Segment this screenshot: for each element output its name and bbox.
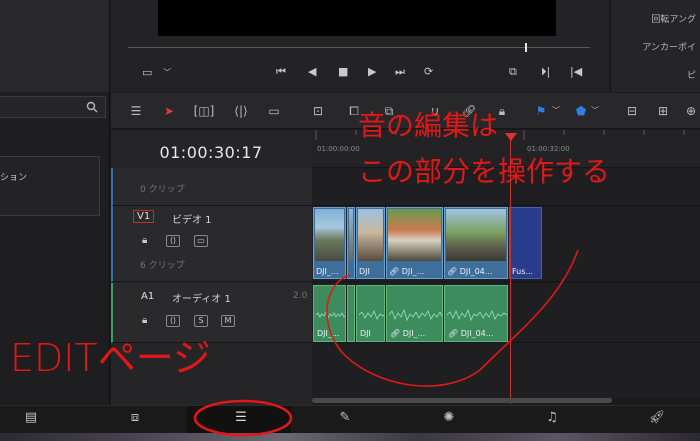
video-clip[interactable] <box>347 207 355 279</box>
bottom-background-strip <box>0 433 700 441</box>
blade-tool-icon[interactable]: ▭ <box>263 103 285 119</box>
insert-clip-icon[interactable]: ⊡ <box>306 103 330 119</box>
audio-waveform <box>447 308 507 322</box>
track-name-a1[interactable]: オーディオ 1 <box>172 290 231 305</box>
layout-icon[interactable]: ☰ <box>125 103 147 119</box>
viewer-screen[interactable] <box>158 0 556 36</box>
zoom-custom-icon[interactable]: ⊕ <box>682 103 700 119</box>
marker-icon[interactable]: ⬟ <box>574 103 588 119</box>
deliver-page-icon[interactable]: 🚀︎ <box>646 409 668 427</box>
match-frame-icon[interactable]: ⧉ <box>509 66 517 78</box>
audio-waveform <box>389 308 442 322</box>
video-clip[interactable]: 🔗︎ DJI_... <box>386 207 443 279</box>
track-name-v1[interactable]: ビデオ 1 <box>172 211 212 226</box>
audio-clip[interactable]: DJI_... <box>313 285 346 342</box>
stop-icon[interactable]: ■ <box>338 66 348 78</box>
video-clip[interactable]: DJI <box>356 207 385 279</box>
timeline-scrollbar[interactable] <box>312 398 612 403</box>
solo-button[interactable]: S <box>194 315 208 327</box>
inspector-panel: 回転アング アンカーポイ ピ <box>610 0 700 92</box>
edit-page-icon[interactable]: ☰ <box>230 409 252 427</box>
safe-area-icon[interactable]: ▭ <box>142 67 152 79</box>
dynamic-trim-icon[interactable]: ⟨|⟩ <box>228 103 254 119</box>
cut-page-icon[interactable]: ⧈ <box>124 409 146 427</box>
lock-track-icon[interactable]: 🔒︎ <box>142 235 147 247</box>
bin-list[interactable] <box>0 156 100 216</box>
loop-icon[interactable]: ⟳ <box>424 66 433 78</box>
mute-button[interactable]: M <box>221 315 235 327</box>
chevron-down-icon[interactable]: ﹀ <box>163 67 171 79</box>
bin-item-label[interactable]: ション <box>0 170 27 183</box>
viewer-scrub-bar[interactable] <box>128 47 590 48</box>
playhead-handle[interactable] <box>505 133 517 141</box>
color-page-icon[interactable]: ✺ <box>438 409 460 427</box>
audio-waveform <box>359 310 384 320</box>
track-code-v1[interactable]: V1 <box>133 210 155 223</box>
track-code-a1[interactable]: A1 <box>141 291 154 302</box>
annotation-line-2: この部分を操作する <box>358 155 611 188</box>
media-search-bar[interactable] <box>0 96 106 118</box>
fusion-clip[interactable]: Fus... <box>509 207 542 279</box>
flag-icon[interactable]: ⚑ <box>534 103 548 119</box>
left-top-panel <box>0 0 110 92</box>
audio-clip[interactable] <box>347 285 355 342</box>
rotation-label: 回転アング <box>651 15 696 25</box>
video-clip[interactable]: 🔗︎ DJI_04... <box>444 207 508 279</box>
trim-tool-icon[interactable]: [◫] <box>191 103 217 119</box>
prev-edit-icon[interactable]: |◀ <box>570 66 582 78</box>
zoom-full-icon[interactable]: ⊟ <box>620 103 644 119</box>
play-icon[interactable]: ▶ <box>368 66 376 78</box>
annotation-page-label: EDITページ <box>10 336 211 380</box>
first-frame-icon[interactable]: ⏮ <box>276 66 286 78</box>
ruler-mark-label: 01:00:32:00 <box>527 145 570 153</box>
last-frame-icon[interactable]: ⏭ <box>395 66 405 78</box>
audio-clip[interactable]: DJI <box>356 285 385 342</box>
track-enable-icon[interactable]: ▭ <box>194 235 208 247</box>
video-clip[interactable]: DJI_... <box>313 207 346 279</box>
ruler-start-label: 01:00:00:00 <box>317 145 360 153</box>
anchor-point-label: アンカーポイ <box>642 43 696 53</box>
zoom-detail-icon[interactable]: ⊞ <box>652 103 674 119</box>
v1-clip-count: 6 クリップ <box>140 261 185 271</box>
fusion-page-icon[interactable]: ✎ <box>334 409 356 427</box>
track-lane-empty[interactable] <box>312 343 700 398</box>
selection-tool-icon[interactable]: ➤ <box>161 103 177 119</box>
step-back-icon[interactable]: ◀ <box>308 66 316 78</box>
auto-select-icon[interactable]: ⟨⟩ <box>166 235 180 247</box>
timeline-timecode[interactable]: 01:00:30:17 <box>112 143 310 162</box>
flag-chevron-down-icon[interactable]: ﹀ <box>551 103 561 119</box>
audio-waveform <box>316 310 345 320</box>
audio-clip[interactable]: 🔗︎ DJI_... <box>386 285 443 342</box>
search-icon[interactable] <box>86 101 98 113</box>
marker-chevron-down-icon[interactable]: ﹀ <box>590 103 600 119</box>
audio-auto-select-icon[interactable]: ⟨⟩ <box>166 315 180 327</box>
audio-channel-format: 2.0 <box>293 291 308 301</box>
audio-clip[interactable]: 🔗︎ DJI_04... <box>444 285 508 342</box>
viewer-scrub-head[interactable] <box>525 43 527 52</box>
media-page-icon[interactable]: ▤ <box>20 409 42 427</box>
annotation-line-1: 音の編集は <box>358 109 499 142</box>
pitch-label: ピ <box>686 71 696 81</box>
next-edit-icon[interactable]: ⏵| <box>541 66 550 78</box>
lock-audio-track-icon[interactable]: 🔒︎ <box>142 315 147 327</box>
fairlight-page-icon[interactable]: ♫ <box>541 409 563 427</box>
upper-track-clip-count: 0 クリップ <box>140 185 185 195</box>
